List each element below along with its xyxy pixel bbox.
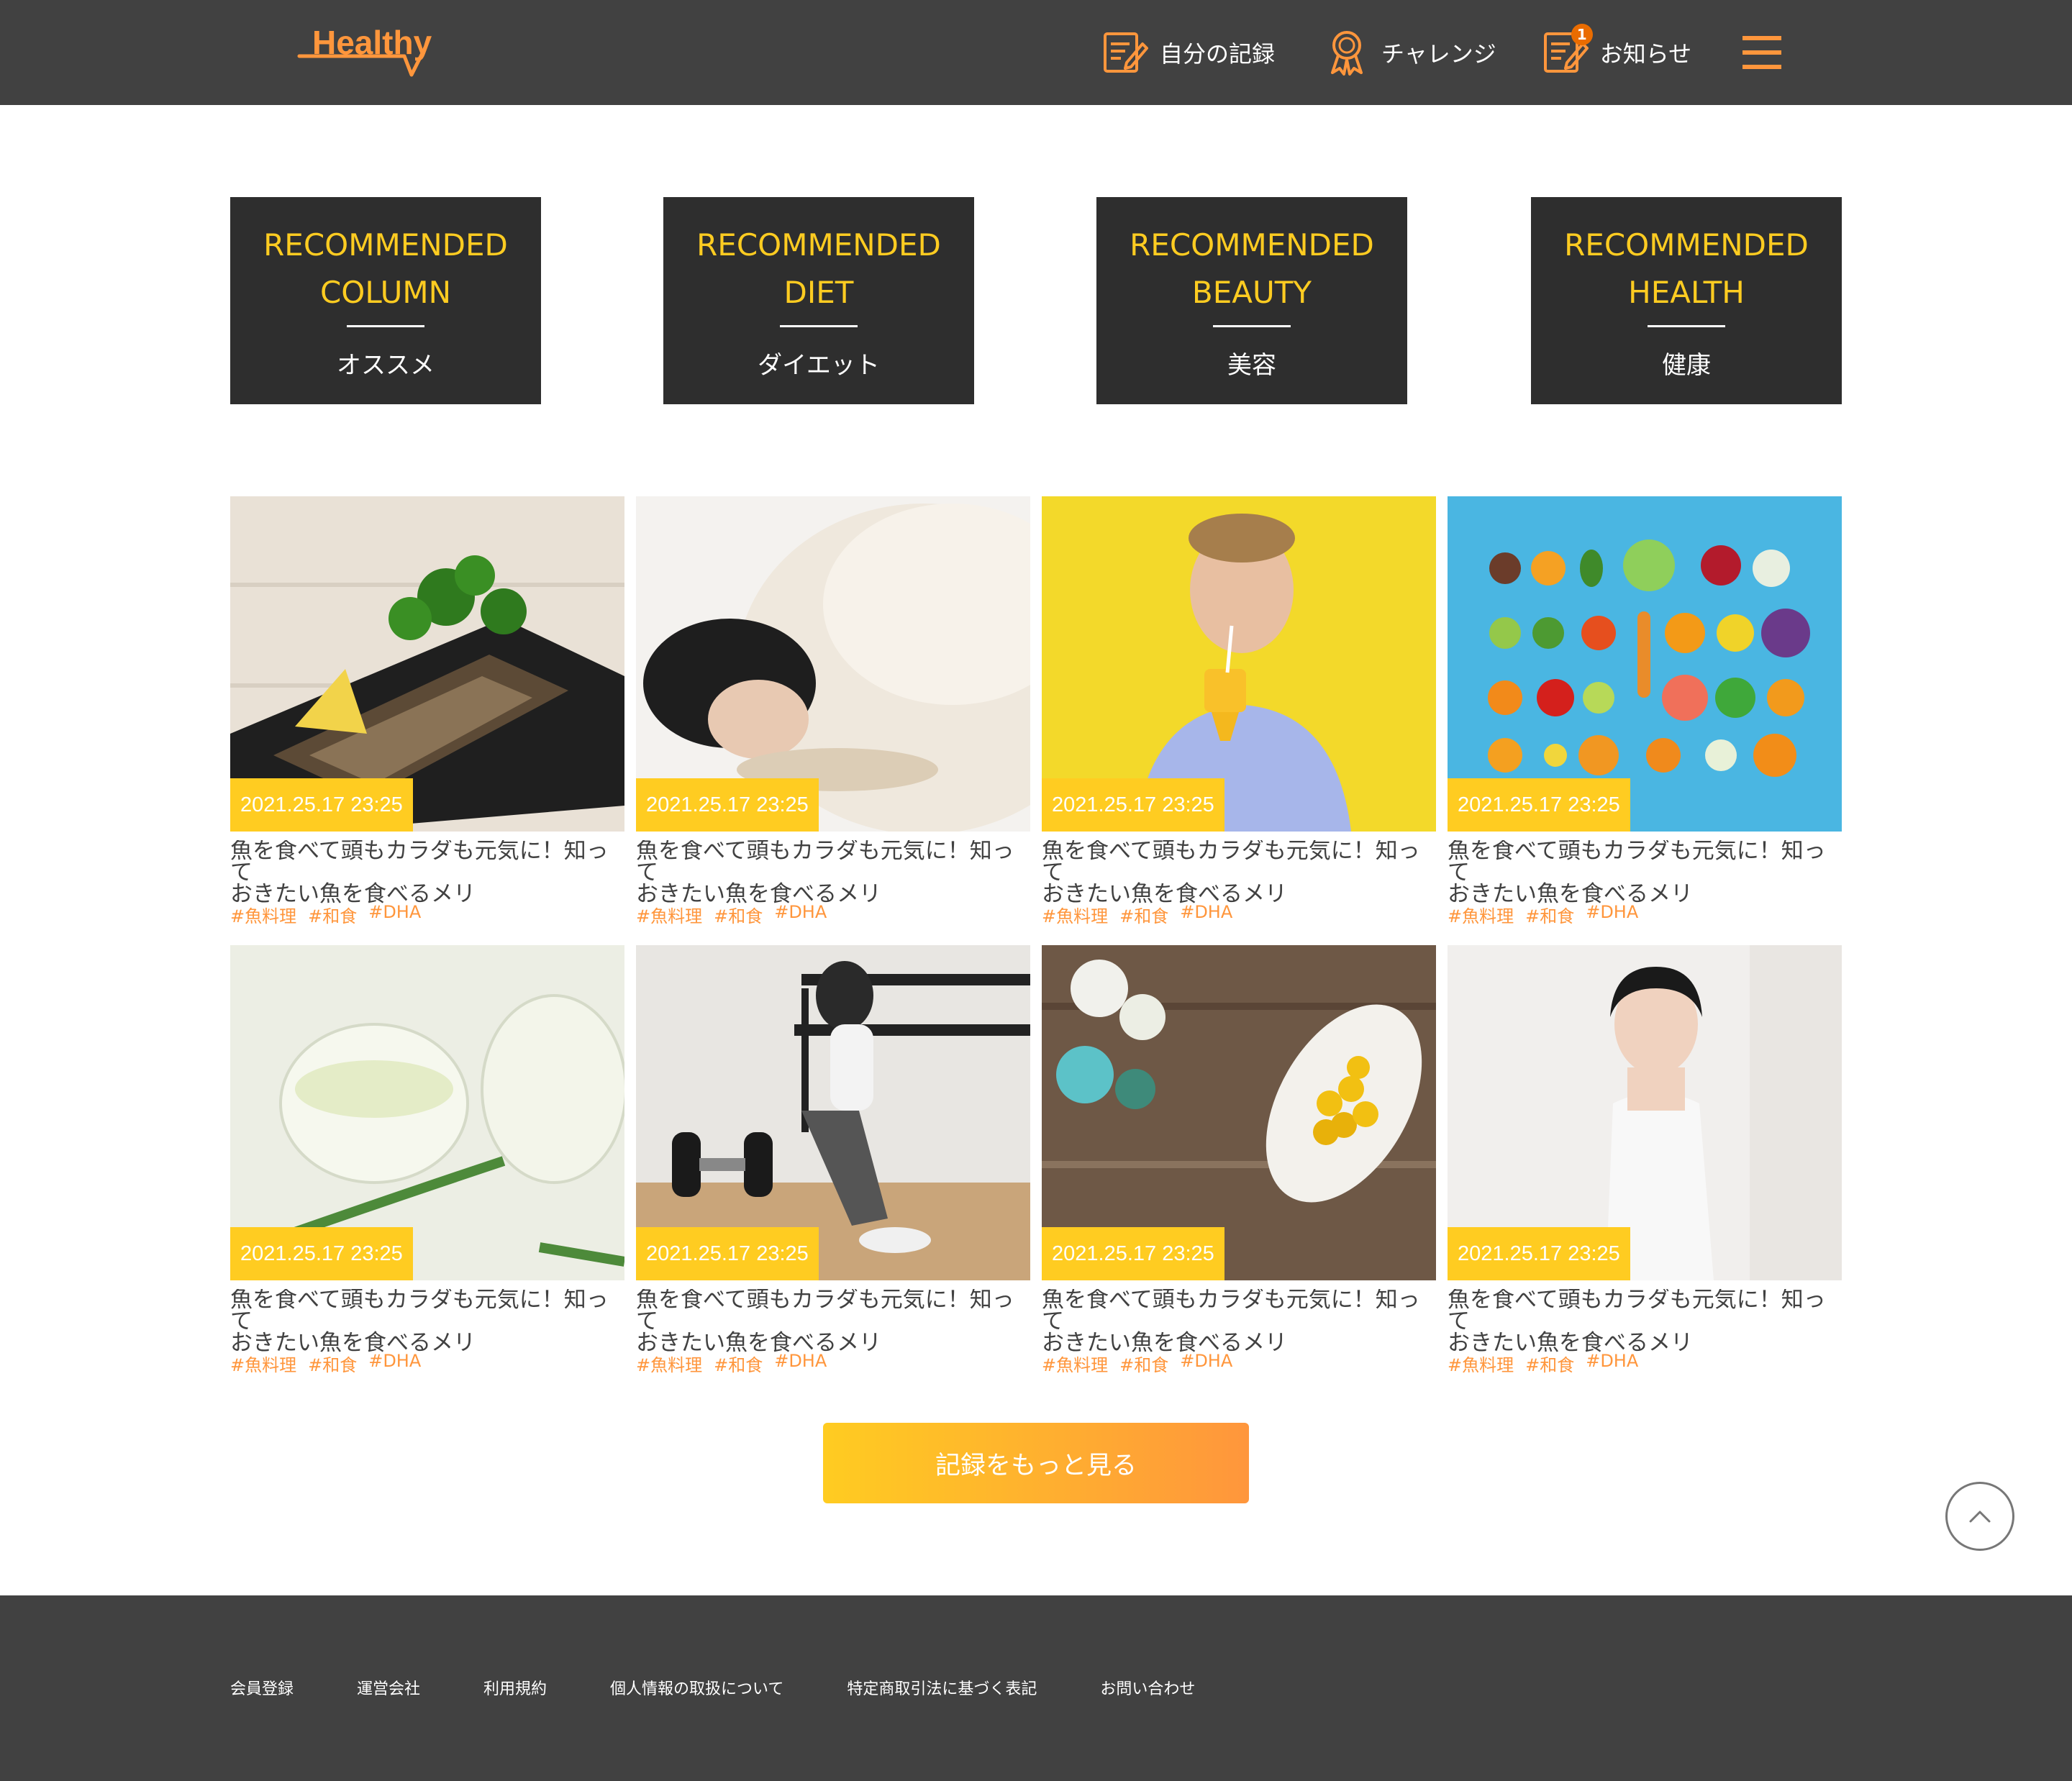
footer-link-register[interactable]: 会員登録 [230, 1676, 294, 1699]
logo-text: Healthy [312, 24, 432, 61]
site-logo[interactable]: Healthy [296, 19, 440, 79]
chevron-up-icon [1969, 1511, 1991, 1523]
tag-link[interactable]: #DHA [1586, 902, 1638, 927]
tag-link[interactable]: #魚料理 [636, 1351, 702, 1376]
tag-link[interactable]: #和食 [1525, 1351, 1574, 1376]
tag-link[interactable]: #DHA [1180, 1351, 1232, 1376]
tag-link[interactable]: #DHA [774, 1351, 827, 1376]
category-divider [347, 325, 424, 327]
article-title[interactable]: 魚を食べて頭もカラダも元気に！知って おきたい魚を食べるメリ [636, 1289, 1030, 1354]
tag-link[interactable]: #魚料理 [230, 1351, 296, 1376]
tag-link[interactable]: #魚料理 [1448, 1351, 1514, 1376]
article-date: 2021.25.17 23:25 [636, 1227, 819, 1280]
article-title[interactable]: 魚を食べて頭もカラダも元気に！知って おきたい魚を食べるメリ [230, 840, 624, 905]
nav-label-records: 自分の記録 [1160, 40, 1276, 68]
article-date: 2021.25.17 23:25 [230, 778, 413, 832]
article-date: 2021.25.17 23:25 [230, 1227, 413, 1280]
article-date: 2021.25.17 23:25 [1448, 1227, 1630, 1280]
article-date: 2021.25.17 23:25 [1042, 778, 1224, 832]
article-card[interactable]: 2021.25.17 23:25 魚を食べて頭もカラダも元気に！知って おきたい… [1042, 496, 1436, 928]
article-card[interactable]: 2021.25.17 23:25 魚を食べて頭もカラダも元気に！知って おきたい… [636, 496, 1030, 928]
tag-link[interactable]: #魚料理 [1448, 902, 1514, 927]
footer-links: 会員登録 運営会社 利用規約 個人情報の取扱について 特定商取引法に基づく表記 … [230, 1676, 1258, 1699]
article-title[interactable]: 魚を食べて頭もカラダも元気に！知って おきたい魚を食べるメリ [1448, 1289, 1842, 1354]
tag-link[interactable]: #和食 [1119, 1351, 1168, 1376]
article-title[interactable]: 魚を食べて頭もカラダも元気に！知って おきたい魚を食べるメリ [636, 840, 1030, 905]
category-title: RECOMMENDED COLUMN [263, 227, 508, 310]
tag-link[interactable]: #DHA [368, 1351, 421, 1376]
tag-link[interactable]: #和食 [1119, 902, 1168, 927]
article-tags: #魚料理 #和食 #DHA [636, 1351, 838, 1376]
footer-link-contact[interactable]: お問い合わせ [1100, 1676, 1195, 1699]
article-card[interactable]: 2021.25.17 23:25 魚を食べて頭もカラダも元気に！知って おきたい… [1448, 945, 1842, 1377]
nav-item-news[interactable]: 1 お知らせ [1541, 22, 1691, 83]
hamburger-menu-icon[interactable] [1742, 36, 1781, 69]
footer-link-terms[interactable]: 利用規約 [483, 1676, 547, 1699]
article-date: 2021.25.17 23:25 [1042, 1227, 1224, 1280]
site-footer: 会員登録 運営会社 利用規約 個人情報の取扱について 特定商取引法に基づく表記 … [0, 1595, 2072, 1781]
article-tags: #魚料理 #和食 #DHA [230, 902, 432, 927]
article-title[interactable]: 魚を食べて頭もカラダも元気に！知って おきたい魚を食べるメリ [1042, 1289, 1436, 1354]
article-date: 2021.25.17 23:25 [1448, 778, 1630, 832]
tag-link[interactable]: #魚料理 [230, 902, 296, 927]
category-subtitle: ダイエット [758, 351, 880, 380]
tag-link[interactable]: #和食 [308, 1351, 357, 1376]
site-header: Healthy 自分の記録 チャレンジ 1 お知らせ [0, 0, 2072, 105]
category-subtitle: 美容 [1227, 351, 1276, 380]
nav-item-records[interactable]: 自分の記録 [1101, 22, 1275, 83]
memo-icon [1101, 28, 1150, 77]
article-tags: #魚料理 #和食 #DHA [1042, 1351, 1244, 1376]
tag-link[interactable]: #和食 [714, 902, 763, 927]
article-card[interactable]: 2021.25.17 23:25 魚を食べて頭もカラダも元気に！知って おきたい… [1448, 496, 1842, 928]
tag-link[interactable]: #魚料理 [1042, 902, 1108, 927]
article-tags: #魚料理 #和食 #DHA [230, 1351, 432, 1376]
tag-link[interactable]: #魚料理 [1042, 1351, 1108, 1376]
tag-link[interactable]: #和食 [714, 1351, 763, 1376]
main-nav: 自分の記録 チャレンジ 1 お知らせ [1101, 22, 1691, 83]
tag-link[interactable]: #DHA [1180, 902, 1232, 927]
article-tags: #魚料理 #和食 #DHA [1042, 902, 1244, 927]
category-subtitle: オススメ [337, 351, 435, 380]
article-card[interactable]: 2021.25.17 23:25 魚を食べて頭もカラダも元気に！知って おきたい… [230, 945, 624, 1377]
footer-link-privacy[interactable]: 個人情報の取扱について [610, 1676, 783, 1699]
nav-label-news: お知らせ [1599, 40, 1692, 68]
tag-link[interactable]: #和食 [308, 902, 357, 927]
article-card[interactable]: 2021.25.17 23:25 魚を食べて頭もカラダも元気に！知って おきたい… [636, 945, 1030, 1377]
category-title: RECOMMENDED DIET [696, 227, 941, 310]
category-tile-column[interactable]: RECOMMENDED COLUMN オススメ [230, 197, 541, 404]
notification-badge: 1 [1571, 24, 1593, 45]
category-tile-health[interactable]: RECOMMENDED HEALTH 健康 [1531, 197, 1842, 404]
scroll-to-top-button[interactable] [1945, 1482, 2014, 1551]
footer-link-company[interactable]: 運営会社 [357, 1676, 420, 1699]
category-title: RECOMMENDED BEAUTY [1130, 227, 1374, 310]
tag-link[interactable]: #DHA [1586, 1351, 1638, 1376]
article-tags: #魚料理 #和食 #DHA [636, 902, 838, 927]
footer-link-commerce-law[interactable]: 特定商取引法に基づく表記 [847, 1676, 1037, 1699]
tag-link[interactable]: #DHA [368, 902, 421, 927]
medal-icon [1322, 28, 1371, 77]
article-tags: #魚料理 #和食 #DHA [1448, 1351, 1650, 1376]
article-title[interactable]: 魚を食べて頭もカラダも元気に！知って おきたい魚を食べるメリ [230, 1289, 624, 1354]
article-tags: #魚料理 #和食 #DHA [1448, 902, 1650, 927]
article-card[interactable]: 2021.25.17 23:25 魚を食べて頭もカラダも元気に！知って おきたい… [1042, 945, 1436, 1377]
category-tile-diet[interactable]: RECOMMENDED DIET ダイエット [663, 197, 974, 404]
tag-link[interactable]: #和食 [1525, 902, 1574, 927]
tag-link[interactable]: #DHA [774, 902, 827, 927]
info-icon: 1 [1541, 24, 1593, 77]
category-tile-beauty[interactable]: RECOMMENDED BEAUTY 美容 [1096, 197, 1407, 404]
category-divider [780, 325, 858, 327]
category-divider [1648, 325, 1725, 327]
nav-label-challenge: チャレンジ [1381, 40, 1496, 68]
article-card[interactable]: 2021.25.17 23:25 魚を食べて頭もカラダも元気に！知って おきたい… [230, 496, 624, 928]
article-title[interactable]: 魚を食べて頭もカラダも元気に！知って おきたい魚を食べるメリ [1448, 840, 1842, 905]
article-date: 2021.25.17 23:25 [636, 778, 819, 832]
category-subtitle: 健康 [1662, 351, 1711, 380]
article-title[interactable]: 魚を食べて頭もカラダも元気に！知って おきたい魚を食べるメリ [1042, 840, 1436, 905]
tag-link[interactable]: #魚料理 [636, 902, 702, 927]
load-more-button[interactable]: 記録をもっと見る [823, 1423, 1249, 1503]
nav-item-challenge[interactable]: チャレンジ [1322, 22, 1496, 83]
category-divider [1213, 325, 1291, 327]
category-title: RECOMMENDED HEALTH [1564, 227, 1809, 310]
